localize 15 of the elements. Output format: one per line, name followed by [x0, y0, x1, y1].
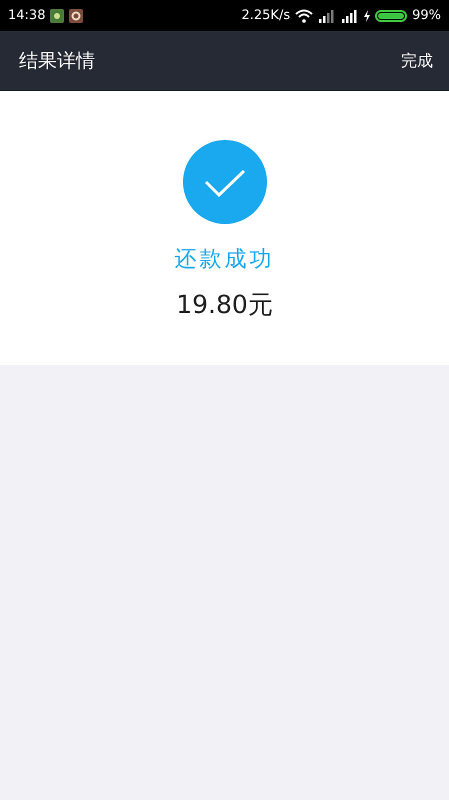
- battery-percent: 99%: [412, 8, 441, 23]
- charging-icon: [364, 10, 370, 22]
- result-message: 还款成功: [174, 246, 274, 274]
- amount-text: 19.80元: [176, 289, 273, 321]
- app-icon: [50, 8, 64, 22]
- page-title: 结果详情: [19, 49, 95, 74]
- battery-icon: [375, 10, 408, 22]
- network-speed: 2.25K/s: [241, 8, 290, 23]
- signal-icon: [341, 8, 360, 22]
- clock: 14:38: [8, 8, 46, 23]
- wifi-icon: [295, 8, 314, 22]
- done-button[interactable]: 完成: [401, 50, 433, 72]
- signal-icon: [318, 8, 336, 22]
- app-icon: [69, 8, 84, 22]
- success-check-icon: [182, 140, 266, 224]
